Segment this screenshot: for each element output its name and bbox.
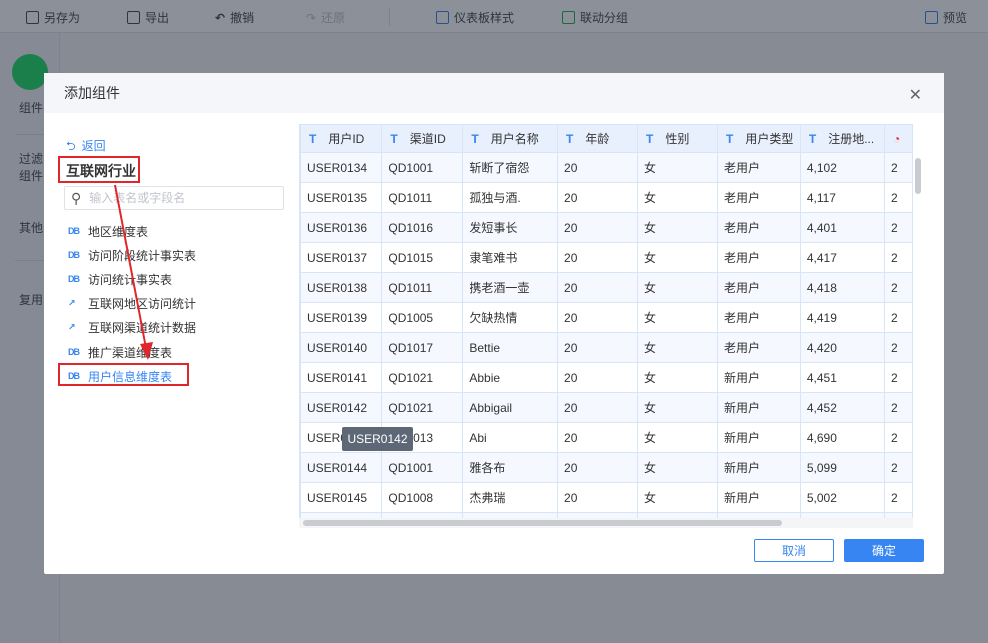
annotation-arrow	[114, 184, 153, 360]
